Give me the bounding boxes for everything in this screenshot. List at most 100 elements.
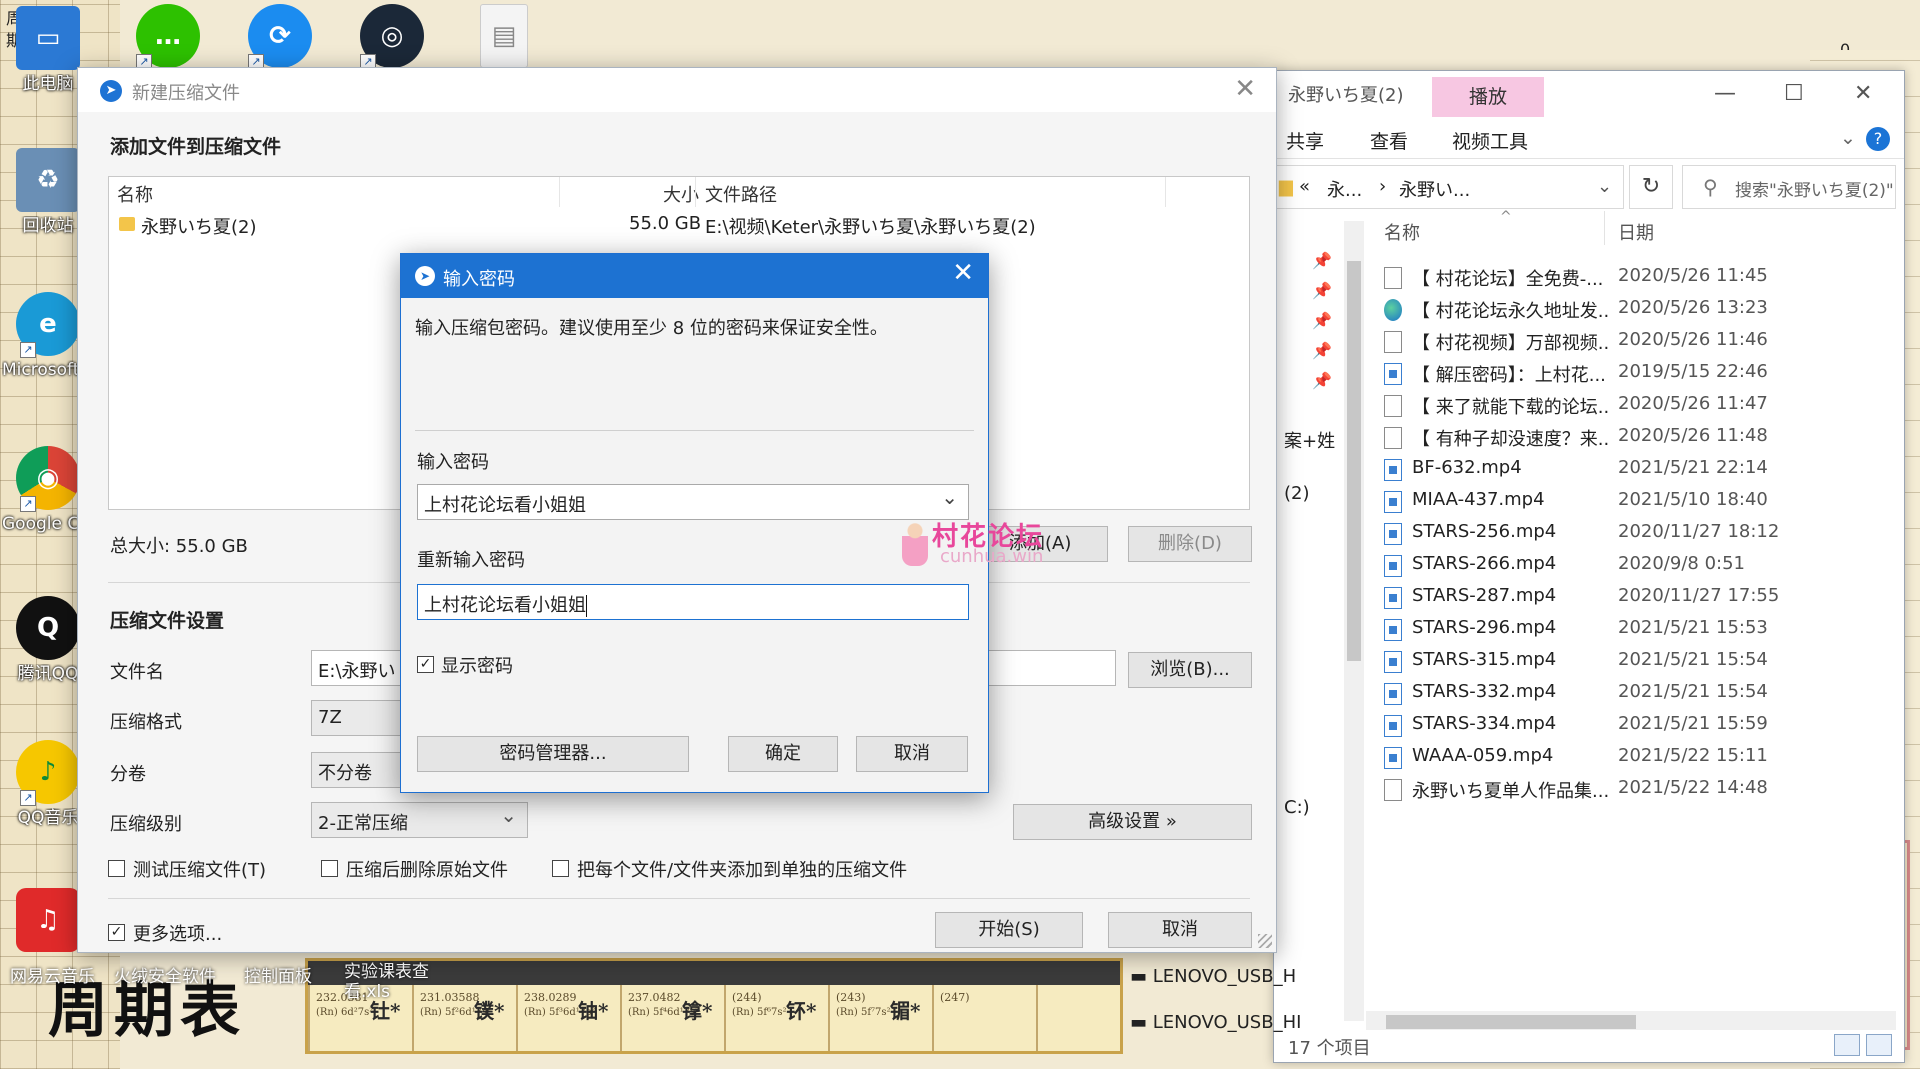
delete-after-label[interactable]: 压缩后删除原始文件 bbox=[346, 856, 508, 882]
desktop-label-huorong[interactable]: 火绒安全软件 bbox=[114, 962, 216, 987]
tab-play[interactable]: 播放 bbox=[1432, 77, 1544, 117]
level-label: 压缩级别 bbox=[110, 814, 182, 835]
video-file-icon bbox=[1384, 683, 1402, 705]
confirm-password-field[interactable]: 上村花论坛看小姐姐 bbox=[417, 584, 969, 620]
file-row[interactable]: 【 来了就能下载的论坛... 2020/5/26 11:47 bbox=[1384, 389, 1894, 421]
nav-scrollbar[interactable] bbox=[1344, 221, 1364, 1021]
ribbon-expand-chevron-icon[interactable]: ⌄ bbox=[1840, 127, 1856, 149]
close-icon[interactable]: ✕ bbox=[1234, 74, 1256, 104]
bandizip-icon: ➤ bbox=[415, 266, 435, 286]
maximize-icon[interactable]: ☐ bbox=[1784, 81, 1804, 106]
desktop-icon-wechat[interactable]: … ↗ bbox=[122, 4, 214, 70]
help-icon[interactable]: ? bbox=[1866, 127, 1890, 151]
file-row[interactable]: MIAA-437.mp4 2021/5/10 18:40 bbox=[1384, 485, 1894, 517]
advanced-settings-button[interactable]: 高级设置 » bbox=[1013, 804, 1252, 840]
address-bar[interactable]: ▆ « 永... › 永野い... ⌄ bbox=[1274, 165, 1624, 209]
shortcut-arrow-icon: ↗ bbox=[20, 496, 36, 512]
column-header-size[interactable]: 大小 bbox=[663, 181, 699, 207]
separate-archives-checkbox[interactable] bbox=[552, 860, 569, 877]
sort-ascending-icon: ^ bbox=[1500, 209, 1512, 225]
resize-grip[interactable] bbox=[1258, 934, 1272, 948]
nav-item-lenovo-usb[interactable]: ▬ LENOVO_USB_HI bbox=[1130, 1012, 1301, 1033]
shortcut-arrow-icon: ↗ bbox=[20, 790, 36, 806]
desktop-icon-xunlei[interactable]: ⟳ ↗ bbox=[234, 4, 326, 70]
chevron-down-icon[interactable]: ⌄ bbox=[941, 485, 958, 509]
status-bar: 17 个项目 bbox=[1274, 1030, 1904, 1062]
close-icon[interactable]: ✕ bbox=[1854, 81, 1872, 106]
pin-icon[interactable]: 📌 bbox=[1312, 251, 1332, 270]
pin-icon[interactable]: 📌 bbox=[1312, 341, 1332, 360]
test-archive-checkbox[interactable] bbox=[108, 860, 125, 877]
desktop-icon-steam[interactable]: ◎ ↗ bbox=[346, 4, 438, 70]
password-field[interactable]: 上村花论坛看小姐姐 ⌄ bbox=[417, 484, 969, 520]
start-button[interactable]: 开始(S) bbox=[935, 912, 1083, 948]
more-options-checkbox[interactable]: ✓ bbox=[108, 924, 125, 941]
password-label: 输入密码 bbox=[417, 452, 489, 473]
column-header-path[interactable]: 文件路径 bbox=[705, 181, 777, 207]
file-row[interactable]: BF-632.mp4 2021/5/21 22:14 bbox=[1384, 453, 1894, 485]
level-select[interactable]: 2-正常压缩 bbox=[311, 802, 528, 838]
column-header-name[interactable]: 名称 bbox=[117, 181, 153, 207]
file-row[interactable]: 【 解压密码】：上村花... 2019/5/15 22:46 bbox=[1384, 357, 1894, 389]
format-label: 压缩格式 bbox=[110, 712, 182, 733]
cancel-button[interactable]: 取消 bbox=[856, 736, 968, 772]
file-row[interactable]: 永野いち夏单人作品集.... 2021/5/22 14:48 bbox=[1384, 773, 1894, 805]
close-icon[interactable]: ✕ bbox=[952, 258, 974, 288]
nav-item[interactable]: 案+姓 bbox=[1284, 427, 1335, 453]
file-row[interactable]: STARS-296.mp4 2021/5/21 15:53 bbox=[1384, 613, 1894, 645]
column-header-date[interactable]: 日期 bbox=[1618, 219, 1654, 245]
watermark: 村花论坛 cunhua.win bbox=[902, 516, 1082, 576]
address-dropdown-icon[interactable]: ⌄ bbox=[1597, 176, 1612, 197]
test-archive-label[interactable]: 测试压缩文件(T) bbox=[133, 856, 266, 882]
nav-item[interactable]: (2) bbox=[1284, 483, 1310, 504]
address-segment[interactable]: 永野い... bbox=[1399, 176, 1470, 202]
text-file-icon bbox=[1384, 427, 1402, 449]
nav-item[interactable]: C:) bbox=[1284, 797, 1310, 818]
address-back-chevron[interactable]: « bbox=[1299, 176, 1310, 197]
pin-icon[interactable]: 📌 bbox=[1312, 281, 1332, 300]
show-password-label[interactable]: 显示密码 bbox=[441, 652, 513, 678]
file-row[interactable]: WAAA-059.mp4 2021/5/22 15:11 bbox=[1384, 741, 1894, 773]
refresh-button[interactable]: ↻ bbox=[1629, 165, 1673, 209]
ok-button[interactable]: 确定 bbox=[728, 736, 838, 772]
desktop-label-xls[interactable]: 实验课表查看.xls bbox=[344, 962, 474, 1002]
tab-share[interactable]: 共享 bbox=[1286, 127, 1324, 154]
tab-video-tools[interactable]: 视频工具 bbox=[1452, 127, 1528, 154]
file-row[interactable]: STARS-315.mp4 2021/5/21 15:54 bbox=[1384, 645, 1894, 677]
list-item[interactable]: 永野いち夏(2) 55.0 GB E:\视频\Keter\永野いち夏\永野いち夏… bbox=[109, 211, 1249, 241]
file-row[interactable]: 【 村花论坛】全免费-... 2020/5/26 11:45 bbox=[1384, 261, 1894, 293]
nav-item-lenovo-usb[interactable]: ▬ LENOVO_USB_H bbox=[1130, 966, 1296, 987]
file-row[interactable]: STARS-256.mp4 2020/11/27 18:12 bbox=[1384, 517, 1894, 549]
file-date: 2021/5/22 15:11 bbox=[1618, 745, 1768, 766]
details-view-icon[interactable] bbox=[1834, 1034, 1860, 1056]
column-header-name[interactable]: 名称 bbox=[1384, 219, 1420, 245]
desktop-icon-document[interactable]: ▤ bbox=[458, 4, 550, 68]
pin-icon[interactable]: 📌 bbox=[1312, 371, 1332, 390]
delete-button[interactable]: 删除(D) bbox=[1128, 526, 1252, 562]
pt-cell: (244) (Rn) 5f⁶7s² 钚* bbox=[732, 991, 817, 1023]
large-icons-view-icon[interactable] bbox=[1866, 1034, 1892, 1056]
text-caret bbox=[586, 595, 587, 617]
file-row[interactable]: 【 有种子却没速度？来... 2020/5/26 11:48 bbox=[1384, 421, 1894, 453]
desktop-label-control-panel[interactable]: 控制面板 bbox=[244, 962, 312, 987]
cancel-button[interactable]: 取消 bbox=[1108, 912, 1252, 948]
address-segment[interactable]: 永... bbox=[1327, 176, 1362, 202]
more-options-label[interactable]: 更多选项... bbox=[133, 920, 222, 946]
file-row[interactable]: STARS-266.mp4 2020/9/8 0:51 bbox=[1384, 549, 1894, 581]
file-row[interactable]: STARS-287.mp4 2020/11/27 17:55 bbox=[1384, 581, 1894, 613]
file-row[interactable]: 【 村花论坛永久地址发... 2020/5/26 13:23 bbox=[1384, 293, 1894, 325]
file-row[interactable]: STARS-332.mp4 2021/5/21 15:54 bbox=[1384, 677, 1894, 709]
minimize-icon[interactable]: — bbox=[1714, 81, 1736, 106]
separate-archives-label[interactable]: 把每个文件/文件夹添加到单独的压缩文件 bbox=[577, 856, 907, 882]
file-row[interactable]: 【 村花视频】万部视频... 2020/5/26 11:46 bbox=[1384, 325, 1894, 357]
delete-after-checkbox[interactable] bbox=[321, 860, 338, 877]
password-manager-button[interactable]: 密码管理器... bbox=[417, 736, 689, 772]
desktop-label-netease[interactable]: 网易云音乐 bbox=[10, 962, 95, 987]
show-password-checkbox[interactable]: ✓ bbox=[417, 656, 434, 673]
file-row[interactable]: STARS-334.mp4 2021/5/21 15:59 bbox=[1384, 709, 1894, 741]
browse-button[interactable]: 浏览(B)... bbox=[1128, 652, 1252, 688]
search-input[interactable]: ⚲ 搜索"永野いち夏(2)" bbox=[1682, 165, 1896, 209]
file-name: 【 村花论坛】全免费-... bbox=[1412, 269, 1604, 290]
pin-icon[interactable]: 📌 bbox=[1312, 311, 1332, 330]
tab-view[interactable]: 查看 bbox=[1370, 127, 1408, 154]
